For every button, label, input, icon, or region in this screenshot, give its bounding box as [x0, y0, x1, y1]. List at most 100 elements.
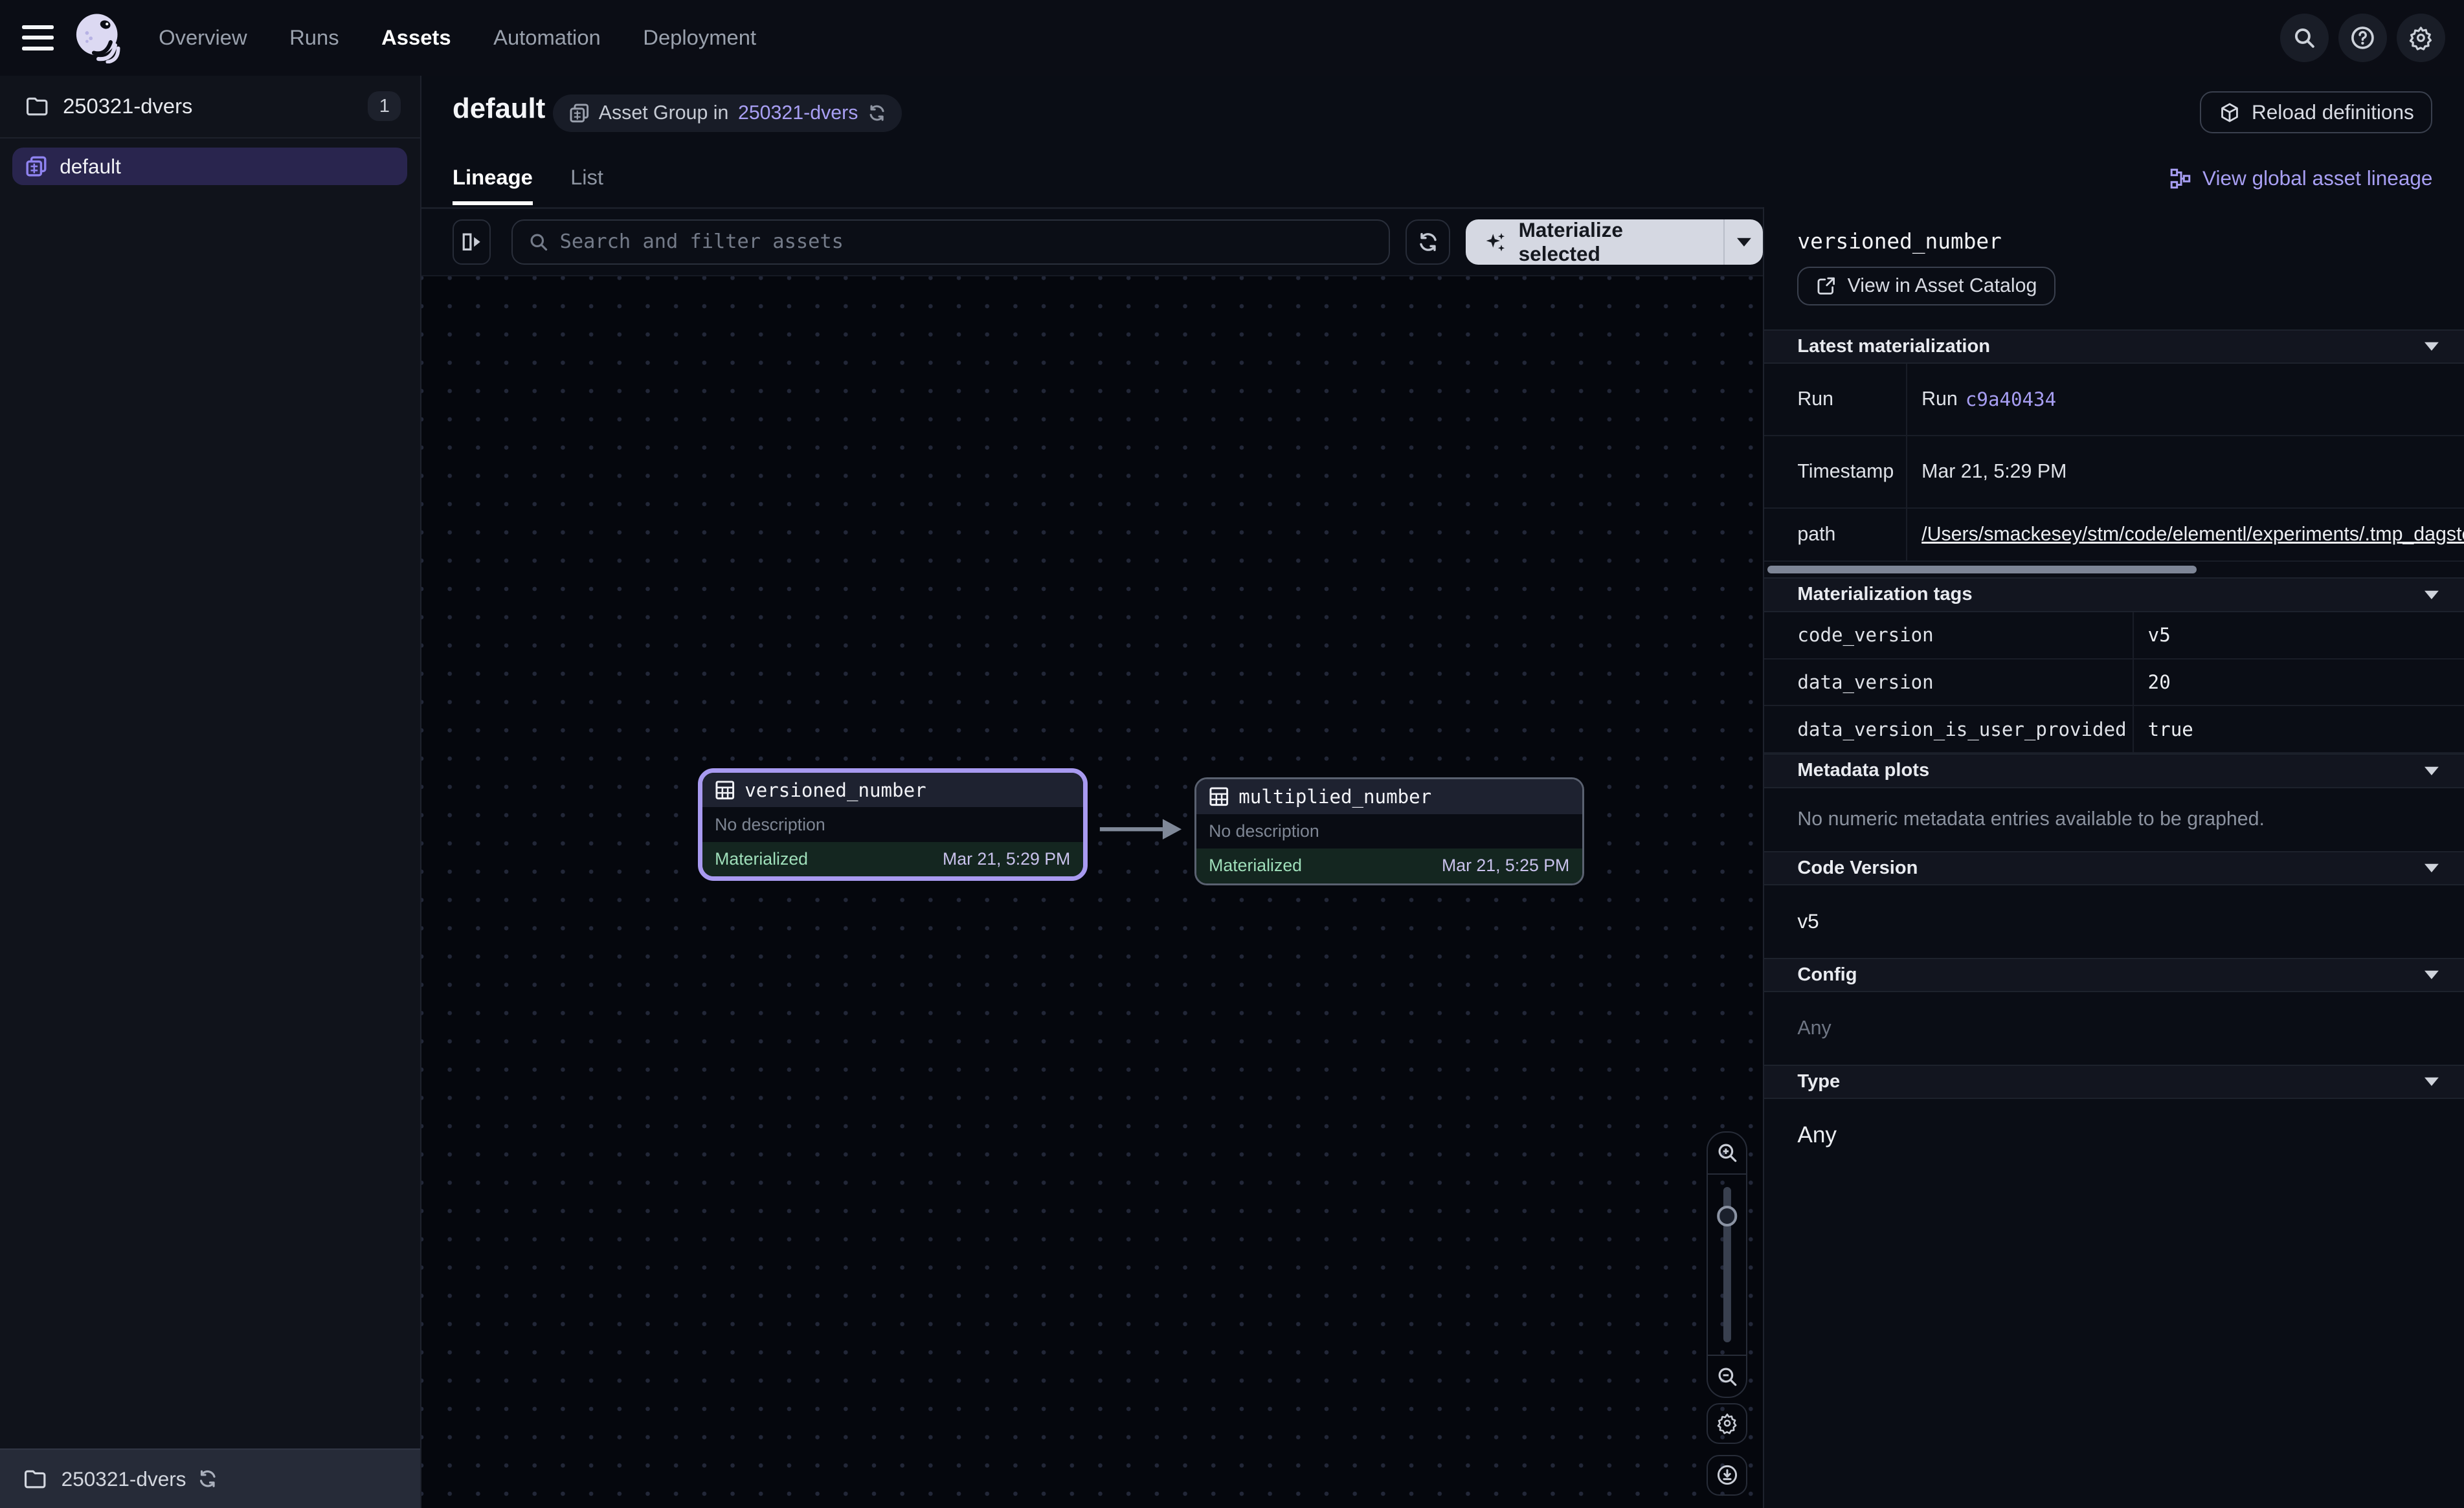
refresh-icon[interactable]	[197, 1469, 218, 1489]
badge-prefix: Asset Group in	[599, 102, 729, 124]
download-icon	[1716, 1464, 1738, 1486]
asset-node-status: Materialized	[715, 849, 808, 869]
refresh-icon[interactable]	[868, 104, 886, 122]
hamburger-menu-icon[interactable]	[22, 25, 54, 50]
section-config[interactable]: Config	[1764, 958, 2464, 992]
zoom-out-button[interactable]	[1708, 1356, 1746, 1397]
dagster-logo[interactable]	[73, 12, 124, 63]
section-latest-materialization[interactable]: Latest materialization	[1764, 329, 2464, 364]
section-title: Materialization tags	[1797, 584, 1972, 605]
zoom-in-button[interactable]	[1708, 1133, 1746, 1173]
asset-node-description: No description	[1209, 821, 1319, 841]
nav-automation[interactable]: Automation	[493, 25, 601, 50]
row-label-timestamp: Timestamp	[1764, 436, 1907, 507]
top-bar: Overview Runs Assets Automation Deployme…	[0, 0, 2464, 76]
tag-key: data_version	[1764, 660, 2133, 705]
collapse-caret-icon	[2425, 342, 2439, 351]
view-tabs: Lineage List	[453, 165, 603, 205]
materialize-dropdown-button[interactable]	[1723, 219, 1763, 265]
download-graph-button[interactable]	[1707, 1455, 1747, 1496]
asset-search-box	[511, 219, 1390, 265]
asset-node-name: versioned_number	[745, 779, 926, 801]
refresh-graph-button[interactable]	[1406, 219, 1450, 265]
tag-row: data_version 20	[1764, 660, 2464, 707]
dagster-app: Overview Runs Assets Automation Deployme…	[0, 0, 2464, 1508]
settings-gear-icon[interactable]	[2397, 14, 2445, 62]
sidebar-repo-row[interactable]: 250321-dvers 1	[0, 76, 420, 139]
folder-icon	[25, 96, 49, 116]
badge-repo-link[interactable]: 250321-dvers	[738, 102, 858, 124]
section-title: Config	[1797, 964, 1857, 986]
section-title: Type	[1797, 1071, 1840, 1092]
tag-key: data_version_is_user_provided	[1764, 706, 2133, 752]
sidebar-repo-name: 250321-dvers	[63, 94, 192, 118]
asset-node-name: multiplied_number	[1238, 786, 1431, 808]
reload-definitions-label: Reload definitions	[2252, 100, 2414, 124]
section-code-version[interactable]: Code Version	[1764, 851, 2464, 885]
materialize-selected-button[interactable]: Materialize selected	[1466, 218, 1723, 266]
table-icon	[715, 780, 735, 801]
asset-group-badge: Asset Group in 250321-dvers	[553, 94, 902, 132]
tab-list[interactable]: List	[570, 165, 603, 205]
footer-repo-name: 250321-dvers	[62, 1467, 186, 1491]
asset-node-description: No description	[715, 815, 825, 835]
reload-definitions-button[interactable]: Reload definitions	[2200, 91, 2432, 134]
asset-groups-sidebar: 250321-dvers 1 default 250321-dvers	[0, 76, 421, 1508]
scrollbar-thumb[interactable]	[1767, 566, 2197, 573]
nav-overview[interactable]: Overview	[159, 25, 247, 50]
nav-runs[interactable]: Runs	[289, 25, 339, 50]
view-global-asset-lineage-link[interactable]: View global asset lineage	[2169, 166, 2432, 190]
view-in-asset-catalog-button[interactable]: View in Asset Catalog	[1797, 267, 2055, 306]
graph-settings-button[interactable]	[1707, 1403, 1747, 1444]
metadata-plots-empty-text: No numeric metadata entries available to…	[1764, 788, 2464, 851]
collapse-panel-button[interactable]	[453, 219, 491, 265]
view-in-asset-catalog-label: View in Asset Catalog	[1848, 275, 2037, 297]
search-icon	[528, 232, 549, 252]
page-header: default Asset Group in 250321-dvers Relo…	[421, 76, 2464, 208]
asset-group-icon	[569, 103, 590, 124]
help-icon[interactable]	[2338, 14, 2387, 62]
panel-expand-icon	[461, 232, 483, 252]
tag-value: true	[2134, 706, 2464, 752]
code-location-footer: 250321-dvers	[0, 1448, 420, 1508]
asset-node-versioned-number[interactable]: versioned_number No description Material…	[698, 768, 1088, 881]
nav-assets[interactable]: Assets	[381, 25, 451, 50]
run-id-link[interactable]: c9a40434	[1966, 388, 2056, 410]
zoom-controls	[1707, 1131, 1747, 1399]
sidebar-item-default-group[interactable]: default	[12, 148, 407, 185]
asset-node-header: versioned_number	[702, 773, 1083, 807]
type-value: Any	[1764, 1099, 2464, 1171]
view-global-asset-lineage-label: View global asset lineage	[2202, 166, 2432, 190]
section-materialization-tags[interactable]: Materialization tags	[1764, 577, 2464, 612]
row-label-path: path	[1764, 509, 1907, 561]
zoom-in-icon	[1716, 1142, 1738, 1164]
row-value-timestamp: Mar 21, 5:29 PM	[1907, 436, 2464, 507]
collapse-caret-icon	[2425, 766, 2439, 776]
nav-deployment[interactable]: Deployment	[643, 25, 756, 50]
path-link[interactable]: /Users/smackesey/stm/code/elementl/exper…	[1921, 524, 2464, 546]
lineage-graph-canvas[interactable]: versioned_number No description Material…	[421, 276, 1764, 1508]
lineage-toolbar: Materialize selected	[421, 209, 1764, 276]
run-prefix: Run	[1921, 388, 1958, 410]
asset-details-panel: versioned_number View in Asset Catalog L…	[1763, 207, 2464, 1508]
gear-icon	[1716, 1412, 1738, 1434]
section-title: Code Version	[1797, 858, 1918, 879]
tag-key: code_version	[1764, 612, 2133, 658]
zoom-slider[interactable]	[1708, 1173, 1746, 1356]
zoom-slider-handle[interactable]	[1717, 1206, 1738, 1226]
asset-node-multiplied-number[interactable]: multiplied_number No description Materia…	[1194, 777, 1584, 885]
code-version-value: v5	[1764, 885, 2464, 958]
section-type[interactable]: Type	[1764, 1065, 2464, 1099]
main-nav: Overview Runs Assets Automation Deployme…	[159, 25, 756, 50]
section-metadata-plots[interactable]: Metadata plots	[1764, 753, 2464, 788]
folder-icon	[23, 1469, 47, 1489]
reload-cube-icon	[2219, 102, 2241, 124]
config-value: Any	[1764, 992, 2464, 1065]
search-icon[interactable]	[2280, 14, 2329, 62]
row-label-run: Run	[1764, 364, 1907, 435]
zoom-out-icon	[1716, 1366, 1738, 1388]
tab-lineage[interactable]: Lineage	[453, 165, 533, 205]
collapse-caret-icon	[2425, 863, 2439, 873]
search-input[interactable]	[560, 230, 1373, 253]
asset-node-header: multiplied_number	[1196, 779, 1582, 814]
